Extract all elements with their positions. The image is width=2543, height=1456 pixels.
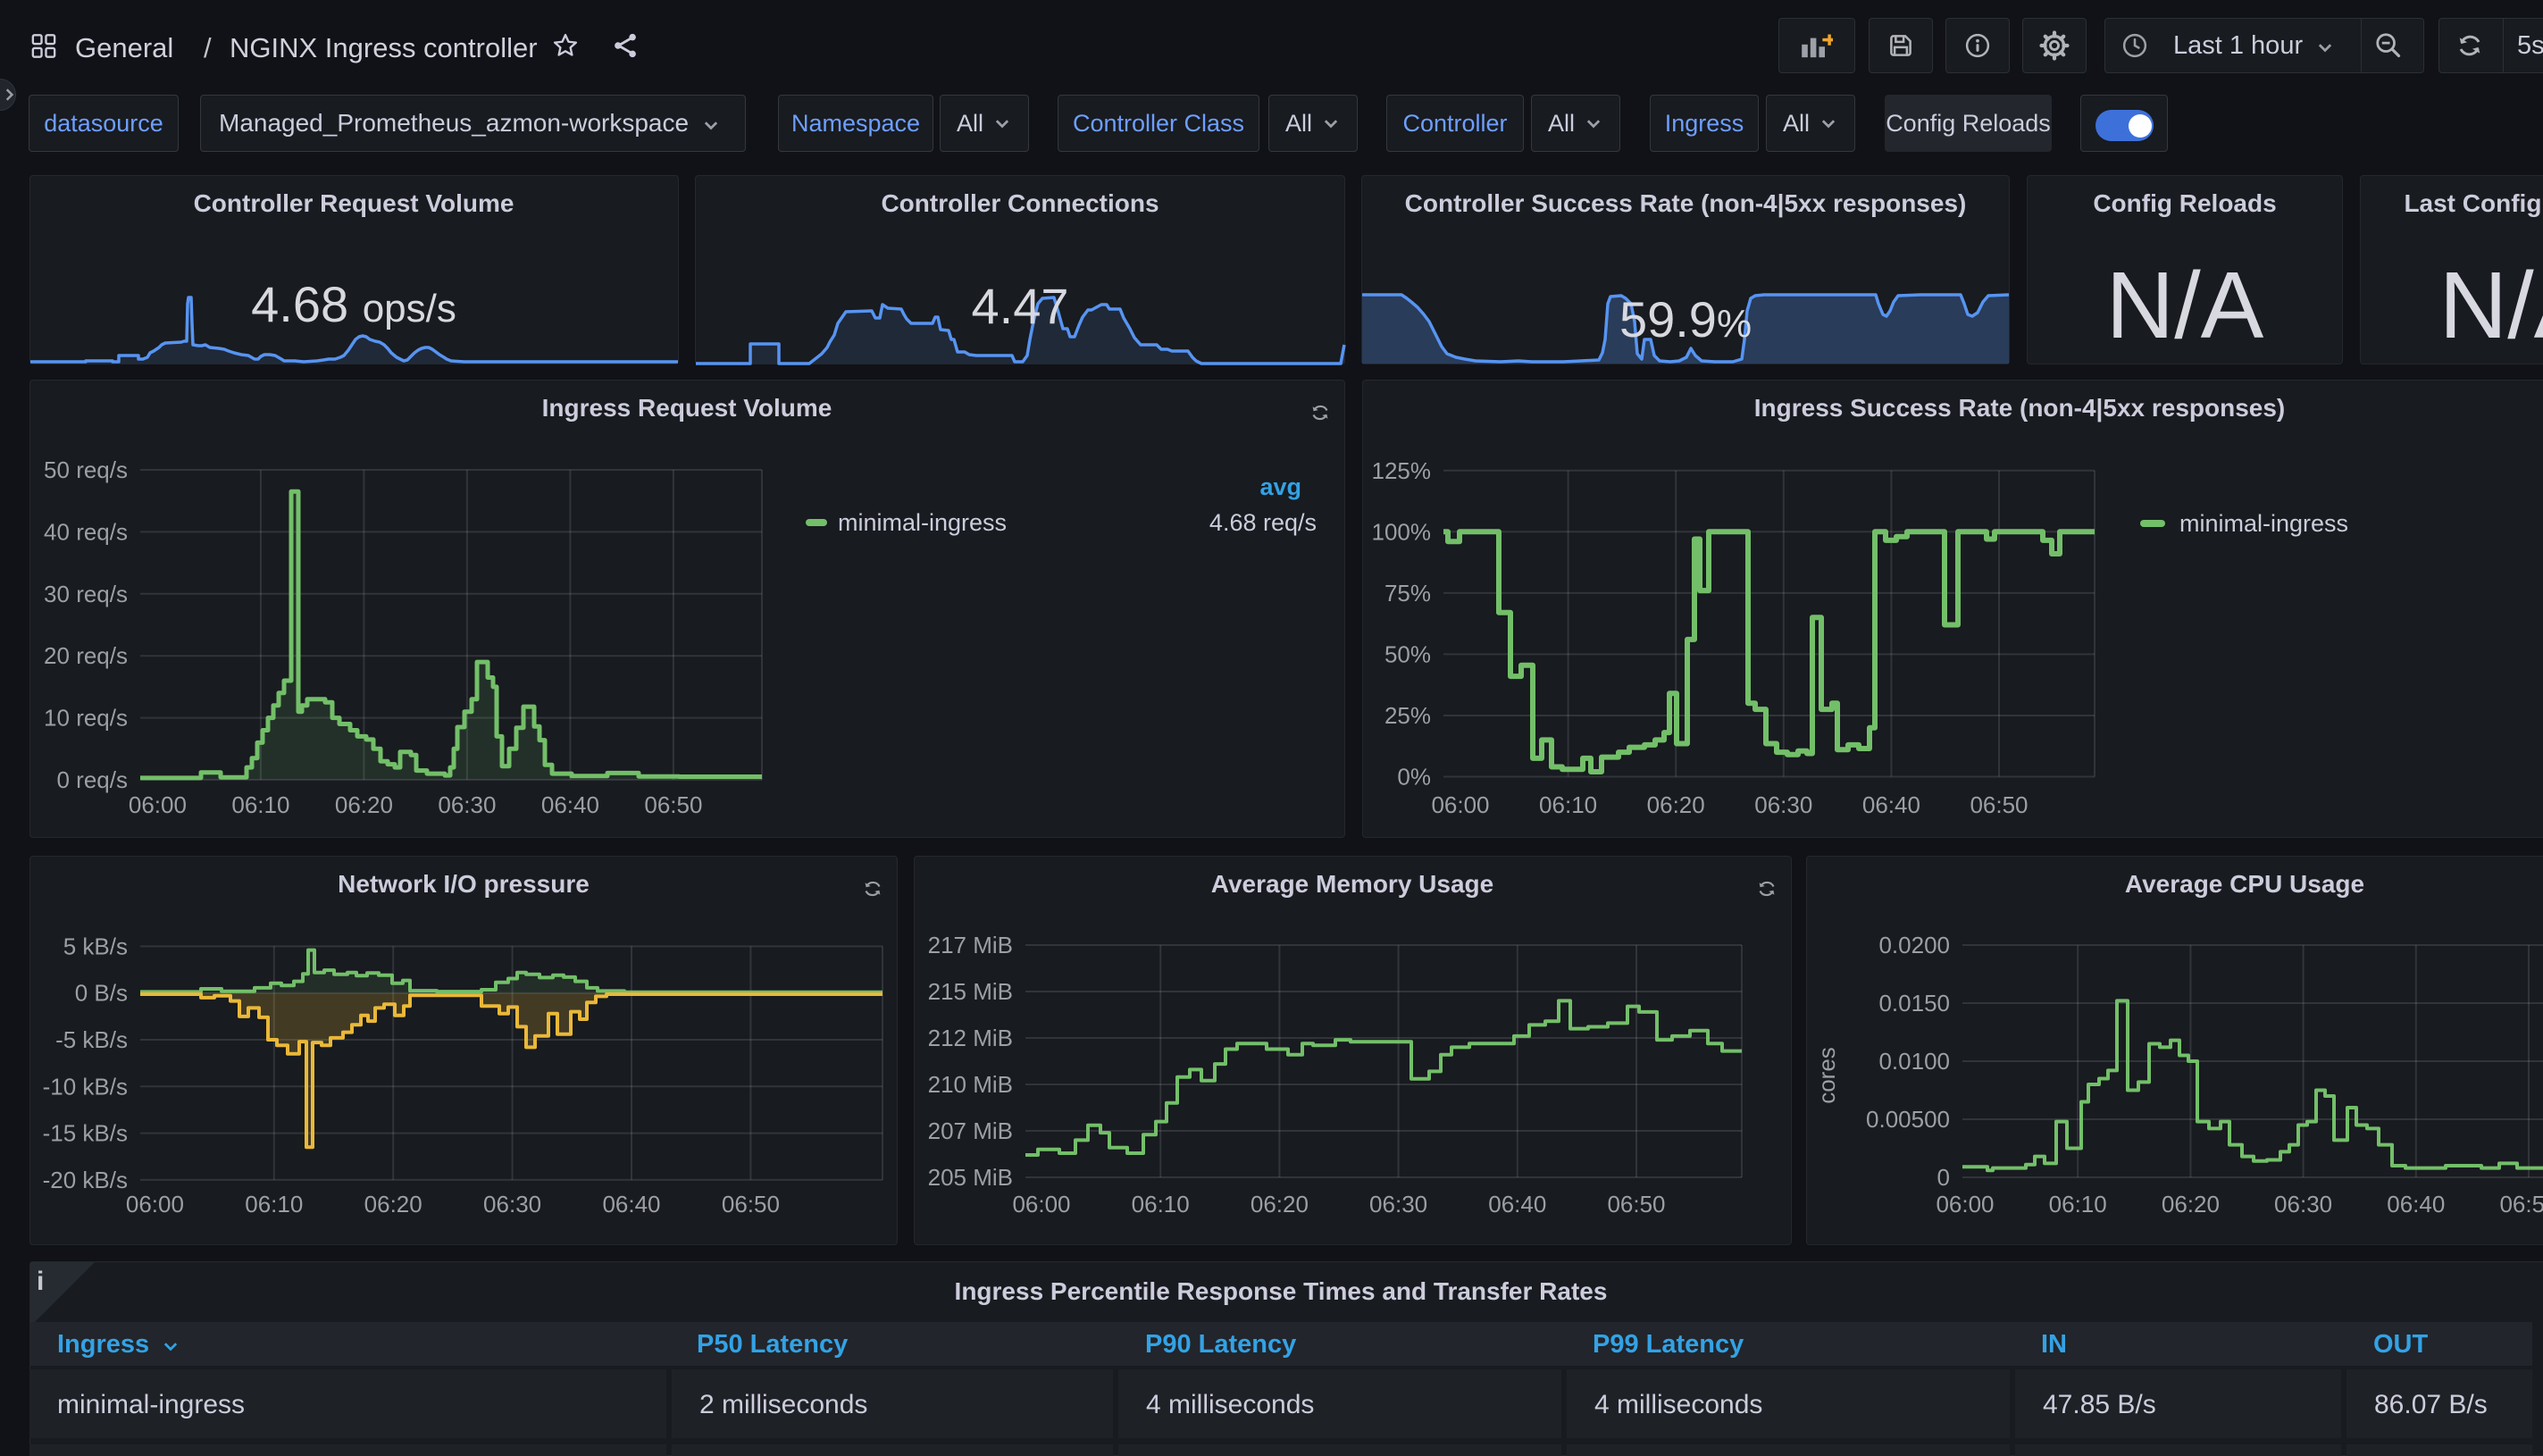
svg-text:205 MiB: 205 MiB [928, 1164, 1013, 1191]
svg-text:06:10: 06:10 [245, 1191, 303, 1218]
svg-text:06:10: 06:10 [1539, 791, 1597, 818]
svg-text:75%: 75% [1384, 580, 1431, 607]
svg-text:06:30: 06:30 [438, 791, 496, 818]
svg-text:212 MiB: 212 MiB [928, 1025, 1013, 1051]
svg-text:06:00: 06:00 [126, 1191, 184, 1218]
svg-text:06:00: 06:00 [1431, 791, 1489, 818]
svg-text:215 MiB: 215 MiB [928, 978, 1013, 1005]
svg-text:06:20: 06:20 [364, 1191, 422, 1218]
svg-text:30 req/s: 30 req/s [44, 581, 128, 607]
svg-text:-20 kB/s: -20 kB/s [43, 1167, 128, 1193]
svg-text:5 kB/s: 5 kB/s [63, 933, 128, 959]
svg-text:06:10: 06:10 [231, 791, 289, 818]
svg-text:06:20: 06:20 [335, 791, 393, 818]
svg-text:50 req/s: 50 req/s [44, 456, 128, 483]
svg-text:0: 0 [1937, 1164, 1950, 1191]
svg-text:40 req/s: 40 req/s [44, 518, 128, 545]
svg-text:207 MiB: 207 MiB [928, 1117, 1013, 1144]
svg-text:cores: cores [1813, 1047, 1840, 1104]
svg-text:06:10: 06:10 [1132, 1191, 1190, 1218]
svg-text:06:00: 06:00 [1012, 1191, 1070, 1218]
svg-text:0 B/s: 0 B/s [75, 980, 128, 1007]
svg-text:06:40: 06:40 [1862, 791, 1920, 818]
svg-text:217 MiB: 217 MiB [928, 932, 1013, 958]
svg-text:0.0200: 0.0200 [1878, 932, 1950, 958]
svg-text:06:00: 06:00 [1936, 1191, 1994, 1218]
svg-text:210 MiB: 210 MiB [928, 1071, 1013, 1098]
svg-text:20 req/s: 20 req/s [44, 642, 128, 669]
svg-text:0.0150: 0.0150 [1878, 990, 1950, 1017]
svg-text:06:20: 06:20 [1647, 791, 1705, 818]
svg-text:06:00: 06:00 [129, 791, 187, 818]
svg-text:06:50: 06:50 [722, 1191, 780, 1218]
svg-text:06:50: 06:50 [2499, 1191, 2543, 1218]
svg-text:06:30: 06:30 [483, 1191, 541, 1218]
svg-text:0%: 0% [1397, 764, 1431, 791]
svg-text:06:40: 06:40 [1488, 1191, 1546, 1218]
svg-text:06:20: 06:20 [1251, 1191, 1309, 1218]
svg-text:10 req/s: 10 req/s [44, 705, 128, 732]
svg-text:25%: 25% [1384, 702, 1431, 729]
svg-text:06:40: 06:40 [541, 791, 599, 818]
svg-text:0 req/s: 0 req/s [57, 766, 129, 793]
svg-text:06:30: 06:30 [2274, 1191, 2332, 1218]
svg-text:06:20: 06:20 [2162, 1191, 2220, 1218]
svg-text:06:40: 06:40 [2387, 1191, 2445, 1218]
svg-text:06:40: 06:40 [602, 1191, 660, 1218]
svg-text:06:30: 06:30 [1369, 1191, 1427, 1218]
svg-text:-10 kB/s: -10 kB/s [43, 1073, 128, 1100]
svg-text:06:10: 06:10 [2049, 1191, 2107, 1218]
svg-text:100%: 100% [1372, 518, 1432, 545]
svg-text:06:50: 06:50 [1607, 1191, 1665, 1218]
svg-text:125%: 125% [1372, 457, 1432, 484]
svg-text:50%: 50% [1384, 640, 1431, 667]
svg-text:06:50: 06:50 [1970, 791, 2028, 818]
svg-text:06:50: 06:50 [644, 791, 702, 818]
svg-text:0.00500: 0.00500 [1866, 1106, 1950, 1133]
svg-text:06:30: 06:30 [1754, 791, 1812, 818]
svg-text:0.0100: 0.0100 [1878, 1048, 1950, 1075]
svg-text:-15 kB/s: -15 kB/s [43, 1120, 128, 1147]
svg-text:-5 kB/s: -5 kB/s [55, 1026, 128, 1053]
